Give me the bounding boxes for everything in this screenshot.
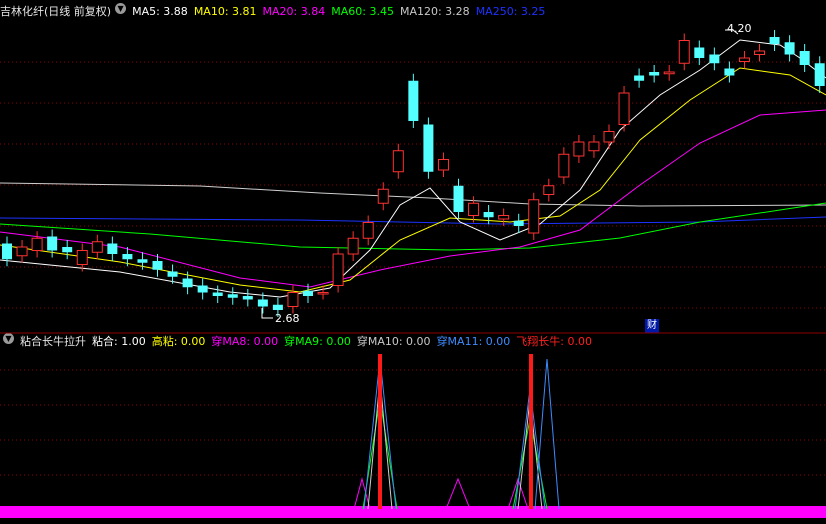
candle-up xyxy=(287,292,299,307)
candle-down xyxy=(257,299,268,307)
candle-down xyxy=(227,294,238,298)
candle-up xyxy=(678,40,690,64)
candle-down xyxy=(784,42,795,55)
candle-up xyxy=(573,141,585,157)
baseline-bar xyxy=(0,506,826,518)
ma11-cross-spike xyxy=(534,358,560,510)
candle-up xyxy=(16,246,28,257)
candle-up xyxy=(543,185,555,195)
candle-up xyxy=(588,141,600,152)
candle-down xyxy=(197,285,208,293)
candle-up xyxy=(498,215,510,220)
candle-down xyxy=(453,185,464,212)
candle-down xyxy=(107,243,118,254)
candle-up xyxy=(347,237,359,255)
candle-up xyxy=(332,253,344,286)
candle-up xyxy=(377,188,389,204)
candle-up xyxy=(317,292,329,295)
candle-up xyxy=(468,202,480,216)
candle-down xyxy=(47,236,58,251)
candle-down xyxy=(694,47,705,58)
candle-down xyxy=(709,54,720,64)
candle-up xyxy=(392,150,404,173)
candle-up xyxy=(618,92,630,125)
candle-up xyxy=(91,241,103,253)
candle-down xyxy=(769,37,780,44)
candle-up xyxy=(558,153,570,178)
candle-down xyxy=(483,212,494,218)
ma250-line xyxy=(0,216,826,225)
candle-up xyxy=(603,131,615,143)
flying-bull-bar xyxy=(378,354,382,509)
candle-down xyxy=(167,271,178,277)
candle-down xyxy=(62,247,73,253)
ma120-line xyxy=(0,182,826,207)
candle-up xyxy=(31,237,43,251)
candle-down xyxy=(122,254,133,260)
candle-down xyxy=(799,51,810,65)
ma8-cross-spike xyxy=(353,477,371,510)
candle-down xyxy=(137,259,148,263)
candle-down xyxy=(242,296,253,300)
candle-down xyxy=(513,220,524,226)
candle-down xyxy=(182,278,193,288)
candle-down xyxy=(408,80,419,121)
high-marker-arrow xyxy=(725,29,739,35)
candle-down xyxy=(303,290,313,296)
candle-up xyxy=(76,250,88,265)
candle-down xyxy=(212,292,223,296)
main-chart-canvas[interactable] xyxy=(0,0,826,524)
candle-down xyxy=(634,75,645,81)
candle-up xyxy=(437,159,449,171)
stock-chart-window: 吉林化纤(日线 前复权) ▼ MA5: 3.88 MA10: 3.81 MA20: … xyxy=(0,0,826,524)
candle-up xyxy=(528,199,540,234)
candle-up xyxy=(362,222,374,239)
candle-down xyxy=(814,63,825,86)
candle-down xyxy=(423,124,434,172)
candle-down xyxy=(2,243,12,260)
candle-up xyxy=(754,50,765,55)
candle-down xyxy=(272,304,283,310)
ma20-line xyxy=(0,109,826,288)
candle-up xyxy=(663,71,675,75)
flying-bull-bar xyxy=(529,354,533,509)
ma8-cross-spike xyxy=(445,477,471,510)
candle-up xyxy=(738,57,750,62)
candle-down xyxy=(152,261,163,270)
candle-down xyxy=(724,68,735,76)
candle-down xyxy=(649,72,660,76)
low-marker-arrow xyxy=(261,308,273,319)
